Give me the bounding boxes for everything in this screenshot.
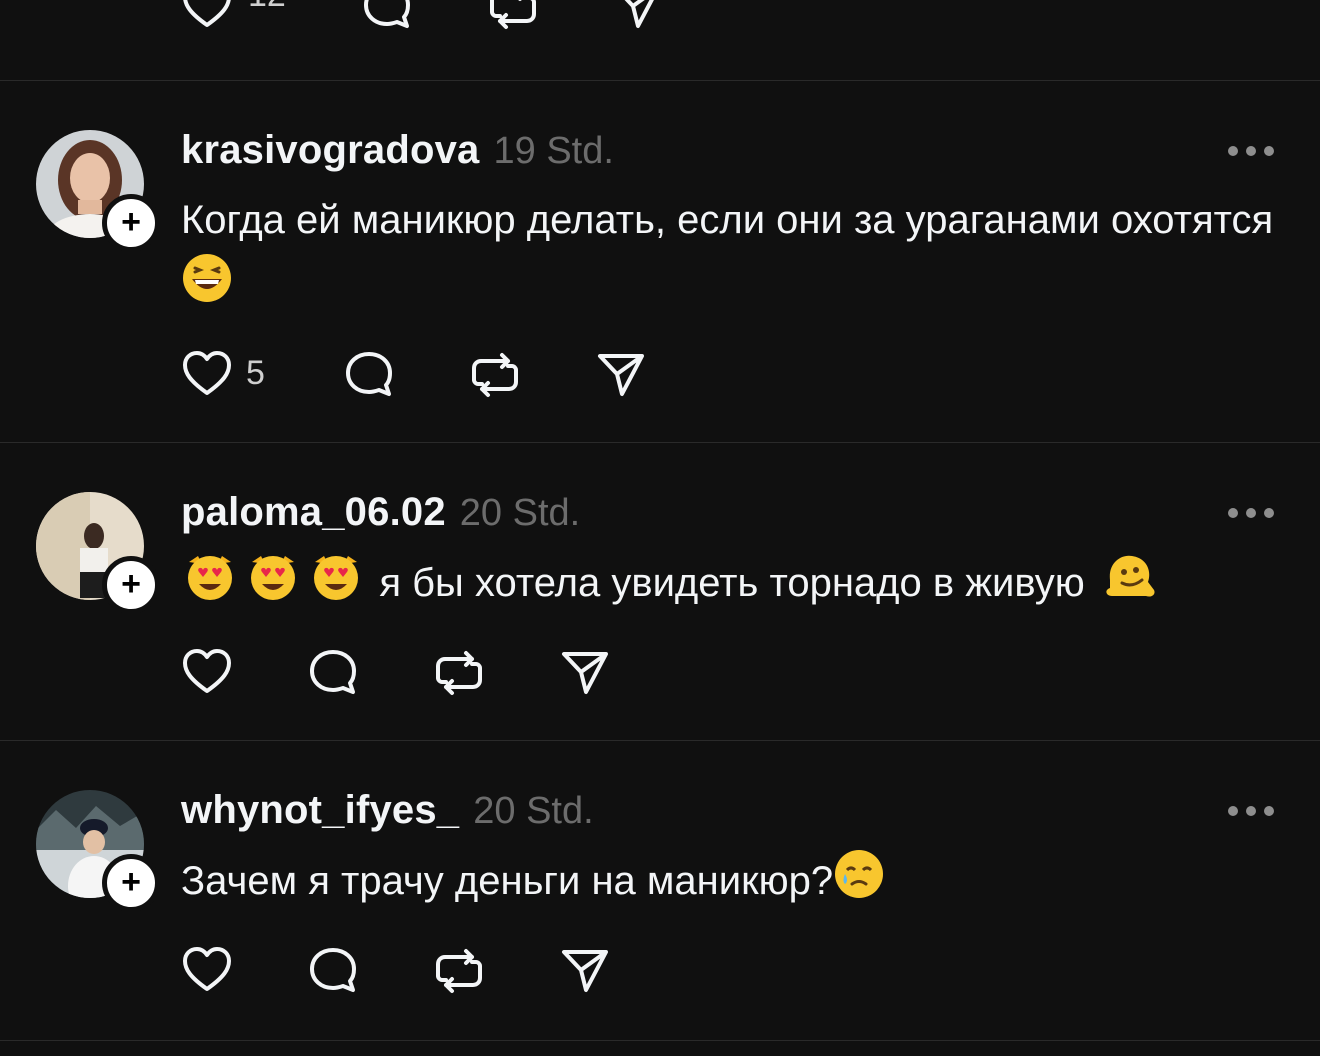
post-header: krasivogradova 19 Std.: [181, 128, 614, 178]
previous-post-actions: 12: [180, 0, 740, 36]
post-text-content: Зачем я трачу деньги на маникюр?: [181, 859, 834, 903]
post-text-content: Когда ей маникюр делать, если они за ура…: [181, 198, 1274, 242]
username[interactable]: paloma_06.02: [181, 490, 446, 535]
post: + whynot_ifyes_ 20 Std. Зачем я трачу де…: [0, 740, 1320, 1038]
timestamp: 19 Std.: [493, 130, 614, 172]
comment-icon: [364, 0, 410, 28]
like-count: 12: [248, 0, 286, 15]
heart-icon: [183, 649, 231, 693]
comment-button[interactable]: [360, 0, 414, 34]
repost-button[interactable]: [432, 646, 486, 700]
more-icon[interactable]: [1228, 804, 1274, 818]
comment-button[interactable]: [342, 348, 396, 402]
plus-icon: +: [121, 862, 141, 901]
share-icon: [562, 652, 608, 694]
comment-icon: [310, 948, 356, 992]
post-header: paloma_06.02 20 Std.: [181, 490, 580, 540]
post-text: Когда ей маникюр делать, если они за ура…: [181, 188, 1291, 323]
face-holding-back-tears-emoji: [833, 848, 885, 919]
timestamp: 20 Std.: [459, 492, 581, 534]
like-button[interactable]: [180, 0, 234, 34]
comment-button[interactable]: [306, 944, 360, 998]
threads-feed: 12 + krasivogradova: [0, 0, 1320, 1056]
avatar[interactable]: +: [36, 790, 160, 912]
heart-eyes-cat-emoji: [247, 550, 299, 621]
repost-icon: [490, 0, 536, 29]
heart-icon: [183, 351, 231, 395]
share-button[interactable]: [558, 944, 612, 998]
repost-icon: [436, 651, 482, 695]
post: + paloma_06.02 20 Std. я бы хотела увиде…: [0, 442, 1320, 740]
like-button[interactable]: [180, 646, 234, 700]
heart-eyes-cat-emoji: [310, 550, 362, 621]
plus-icon: +: [121, 564, 141, 603]
more-icon[interactable]: [1228, 506, 1274, 520]
heart-eyes-cat-emoji: [184, 550, 236, 621]
post-text: Зачем я трачу деньги на маникюр?: [181, 848, 1291, 919]
heart-icon: [183, 0, 231, 27]
post-header: whynot_ifyes_ 20 Std.: [181, 788, 594, 838]
comment-icon: [346, 352, 392, 396]
follow-button[interactable]: +: [102, 556, 160, 614]
username[interactable]: krasivogradova: [181, 128, 480, 173]
like-count: 5: [246, 354, 265, 392]
heart-icon: [183, 947, 231, 991]
post-actions: 5: [180, 348, 740, 404]
username[interactable]: whynot_ifyes_: [181, 788, 459, 833]
share-button[interactable]: [610, 0, 664, 34]
melting-face-emoji: [1102, 550, 1158, 621]
more-icon[interactable]: [1228, 144, 1274, 158]
share-icon: [598, 354, 644, 396]
share-button[interactable]: [558, 646, 612, 700]
repost-button[interactable]: [468, 348, 522, 402]
like-button[interactable]: [180, 348, 234, 402]
post-actions: [180, 646, 740, 702]
share-button[interactable]: [594, 348, 648, 402]
repost-button[interactable]: [486, 0, 540, 34]
like-button[interactable]: [180, 944, 234, 998]
avatar[interactable]: +: [36, 492, 160, 614]
comment-button[interactable]: [306, 646, 360, 700]
post-text-content: я бы хотела увидеть торнадо в живую: [379, 561, 1085, 605]
follow-button[interactable]: +: [102, 854, 160, 912]
avatar[interactable]: +: [36, 130, 160, 252]
follow-button[interactable]: +: [102, 194, 160, 252]
timestamp: 20 Std.: [473, 790, 594, 832]
repost-button[interactable]: [432, 944, 486, 998]
post: + krasivogradova 19 Std. Когда ей маникю…: [0, 80, 1320, 442]
plus-icon: +: [121, 202, 141, 241]
post-text: я бы хотела увидеть торнадо в живую: [184, 550, 1294, 621]
post-actions: [180, 944, 740, 1000]
repost-icon: [436, 949, 482, 993]
comment-icon: [310, 650, 356, 694]
share-icon: [562, 950, 608, 992]
grinning-squinting-emoji: [181, 252, 233, 323]
divider: [0, 1040, 1320, 1041]
repost-icon: [472, 353, 518, 397]
share-icon: [624, 0, 654, 28]
